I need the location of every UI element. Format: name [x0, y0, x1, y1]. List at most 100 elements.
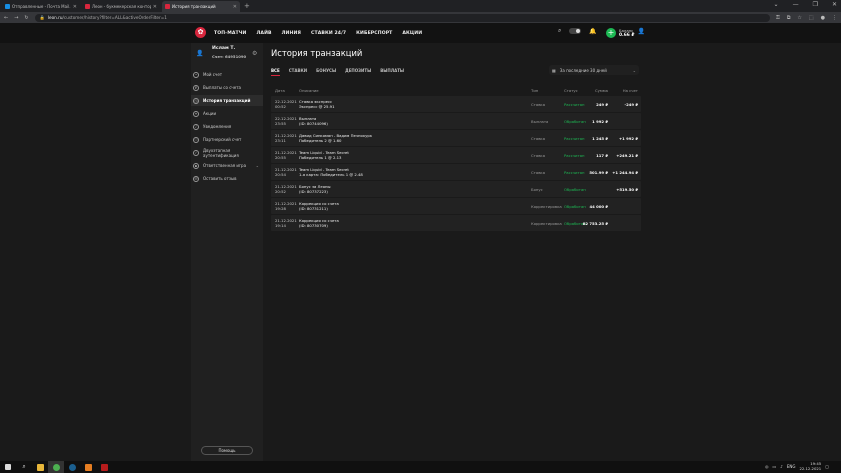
close-icon[interactable]: ✕ [153, 4, 157, 10]
tab-all[interactable]: ВСЕ [271, 68, 280, 76]
app-icon[interactable] [80, 461, 96, 473]
row-sum: 82 753.25 ₽ [582, 221, 608, 226]
sidebar-item-notifications[interactable]: ♪ Уведомления [191, 121, 263, 132]
url-field[interactable]: 🔒 leon.ru/customer/history?filter=ALL&ac… [34, 13, 771, 22]
notifications-icon[interactable]: ▢ [825, 464, 829, 469]
sidebar-item-history[interactable]: ◷ История транзакций [191, 95, 263, 106]
close-icon[interactable]: ✕ [233, 4, 237, 10]
translate-icon[interactable]: ⧉ [787, 15, 791, 21]
nav-esports[interactable]: КИБЕРСПОРТ [356, 31, 392, 36]
back-icon[interactable]: ← [4, 15, 8, 21]
dota-icon[interactable] [96, 461, 112, 473]
nav-bets-247[interactable]: СТАВКИ 24/7 [311, 31, 346, 36]
table-row[interactable]: 21.12.2021 19:28 Коррекция со счета (ID: 80… [271, 198, 641, 214]
table-row[interactable]: 21.12.2021 19:14 Коррекция со счета (ID: 80… [271, 215, 641, 231]
wallet-icon: ₽ [193, 84, 199, 91]
search-icon[interactable]: ⌕ [558, 27, 561, 35]
row-status: Рассчитан [564, 136, 585, 141]
sidebar-item-feedback[interactable]: ✉ Оставить отзыв [191, 173, 263, 184]
close-window-icon[interactable]: ✕ [832, 1, 837, 8]
new-tab-icon[interactable]: + [244, 1, 250, 12]
top-nav: ✿ ТОП-МАТЧИ ЛАЙВ ЛИНИЯ СТАВКИ 24/7 КИБЕР… [0, 23, 841, 43]
row-type: Корректировка [531, 221, 562, 226]
maximize-icon[interactable]: ❐ [813, 1, 818, 8]
system-tray: ◎ ▭ ♪ ENG 19:45 22.12.2021 ▢ [765, 461, 829, 471]
help-button[interactable]: Помощь [201, 446, 253, 455]
volume-icon[interactable]: ♪ [780, 464, 783, 469]
nav-top-matches[interactable]: ТОП-МАТЧИ [214, 31, 247, 36]
leon-logo-icon[interactable]: ✿ [195, 27, 206, 38]
table-row[interactable]: 21.12.2021 20:55 Team Liquid - Team Secret… [271, 147, 641, 163]
user-icon[interactable]: 👤 [637, 28, 646, 37]
nav-live[interactable]: ЛАЙВ [257, 31, 272, 36]
tab-bonuses[interactable]: БОНУСЫ [316, 68, 336, 76]
table-row[interactable]: 21.12.2021 23:11 Давид Синкоман - Вадим Пе… [271, 130, 641, 146]
table-row[interactable]: 21.12.2021 20:52 Бонус за Леоны (ID: 807372… [271, 181, 641, 197]
steam-tray-icon[interactable]: ◎ [765, 464, 769, 469]
period-select[interactable]: ▦ За последние 30 дней ⌄ [549, 65, 639, 75]
nav-promos[interactable]: АКЦИИ [402, 31, 422, 36]
row-type: Ставка [531, 136, 546, 141]
windows-start-icon[interactable] [0, 461, 16, 473]
reload-icon[interactable]: ↻ [24, 15, 28, 21]
row-type: Ставка [531, 153, 546, 158]
browser-tab-history[interactable]: История транзакций ✕ [162, 1, 240, 12]
key-icon[interactable]: ⚿ [776, 15, 780, 21]
period-value: За последние 30 дней [559, 67, 607, 73]
tab-deposits[interactable]: ДЕПОЗИТЫ [345, 68, 371, 76]
lock-icon: ▪ [193, 162, 199, 169]
sidebar-item-withdrawals[interactable]: ₽ Выплаты со счета [191, 82, 263, 93]
browser-tab-mail[interactable]: Отправленные - Почта Mail.ru ✕ [2, 1, 80, 12]
sidebar-item-label: Мой счет [203, 72, 223, 77]
search-icon[interactable]: ⌕ [16, 461, 32, 473]
window-controls: ⌄ — ❐ ✕ [774, 1, 837, 8]
row-time: 23:11 [275, 138, 286, 143]
balance-value: 0.66 ₽ [619, 33, 635, 38]
tab-title: Леон - букмекерская контор... [92, 4, 151, 9]
clock[interactable]: 19:45 22.12.2021 [799, 461, 821, 471]
row-type: Ставка [531, 102, 546, 107]
sidebar-item-my-account[interactable]: • Мой счет [191, 69, 263, 80]
row-status: Обработан [564, 119, 586, 124]
tab-withdrawals[interactable]: ВЫПЛАТЫ [380, 68, 404, 76]
sidebar-item-label: Двухэтапная аутентификация [203, 147, 239, 158]
profile-name: Ислам Т. [212, 46, 236, 51]
table-row[interactable]: 22.12.2021 23:55 Выплата (ID: 80744096) Выпл… [271, 113, 641, 129]
bell-icon[interactable]: 🔔 [589, 28, 596, 35]
network-icon[interactable]: ▭ [773, 464, 777, 469]
deposit-button[interactable]: + [606, 28, 616, 38]
table-row[interactable]: 21.12.2021 20:54 Team Liquid - Team Secret… [271, 164, 641, 180]
bookmark-star-icon[interactable]: ☆ [797, 15, 801, 21]
table-row[interactable]: 22.12.2021 00:52 Ставка экспресс Экспресс @… [271, 96, 641, 112]
profile: 👤 Ислам Т. Счет: 64951090 ⚙ [191, 43, 263, 65]
menu-dots-icon[interactable]: ⋮ [832, 15, 837, 21]
shield-icon: ✓ [193, 149, 199, 156]
close-icon[interactable]: ✕ [73, 4, 77, 10]
steam-icon[interactable] [64, 461, 80, 473]
balance[interactable]: Баланс 0.66 ₽ [619, 28, 634, 38]
forward-icon[interactable]: → [14, 15, 18, 21]
sidebar-item-label: Акции [203, 111, 217, 116]
avatar-icon: 👤 [196, 50, 204, 57]
col-description: Описание [299, 88, 319, 93]
sidebar-item-partner[interactable]: ⚇ Партнерский счет [191, 134, 263, 145]
nav-line[interactable]: ЛИНИЯ [282, 31, 301, 36]
row-time: 20:52 [275, 189, 286, 194]
browser-tab-leon[interactable]: Леон - букмекерская контор... ✕ [82, 1, 160, 12]
tab-bets[interactable]: СТАВКИ [289, 68, 307, 76]
row-sum: 117 ₽ [596, 153, 608, 158]
main-content: История транзакций ВСЕ СТАВКИ БОНУСЫ ДЕП… [263, 43, 651, 461]
sidebar-item-promos[interactable]: ✦ Акции [191, 108, 263, 119]
gear-icon[interactable]: ⚙ [252, 50, 257, 57]
tab-search-icon[interactable]: ⌄ [774, 1, 779, 8]
sidebar-item-responsible[interactable]: ▪ Ответственная игра ⌄ [191, 160, 263, 171]
explorer-icon[interactable] [32, 461, 48, 473]
partner-icon: ⚇ [193, 136, 199, 143]
chrome-icon[interactable] [48, 461, 64, 473]
extension-icon[interactable]: ⬚ [809, 15, 814, 21]
language-indicator[interactable]: ENG [787, 464, 796, 469]
profile-icon[interactable]: ● [821, 15, 825, 21]
sidebar-item-2fa[interactable]: ✓ Двухэтапная аутентификация [191, 147, 263, 158]
minimize-icon[interactable]: — [793, 1, 799, 8]
theme-toggle[interactable] [569, 28, 582, 34]
